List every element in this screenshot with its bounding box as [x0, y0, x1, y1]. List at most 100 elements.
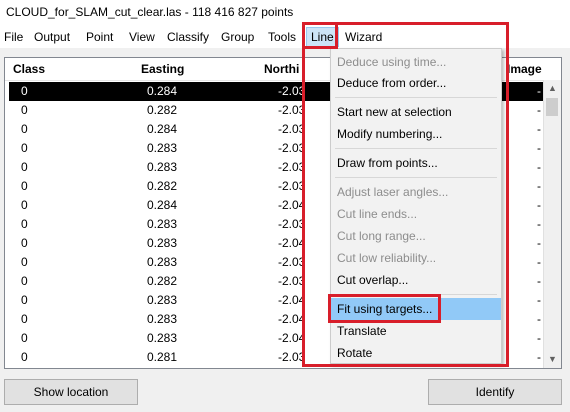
- highlight-box-line-menu: [302, 22, 338, 49]
- cell-easting: 0.284: [147, 122, 178, 136]
- cell-image: -: [537, 103, 541, 117]
- cell-easting: 0.283: [147, 255, 178, 269]
- scroll-up-arrow-icon[interactable]: ▲: [544, 80, 561, 97]
- menu-item-label: Cut long range...: [337, 229, 426, 243]
- cell-class: 0: [21, 84, 28, 98]
- cell-class: 0: [21, 293, 28, 307]
- menu-item-label: Modify numbering...: [337, 127, 443, 141]
- cell-class: 0: [21, 255, 28, 269]
- menu-item-cut-line-ends: Cut line ends...: [331, 203, 501, 225]
- menu-tools[interactable]: Tools: [268, 29, 296, 45]
- cell-image: -: [537, 198, 541, 212]
- menu-item-label: Deduce using time...: [337, 55, 447, 69]
- cell-easting: 0.283: [147, 312, 178, 326]
- cell-easting: 0.282: [147, 103, 178, 117]
- menu-item-rotate[interactable]: Rotate: [331, 342, 501, 364]
- menu-item-label: Draw from points...: [337, 156, 438, 170]
- cell-class: 0: [21, 274, 28, 288]
- scroll-thumb[interactable]: [546, 98, 558, 116]
- menu-item-label: Rotate: [337, 346, 373, 360]
- cell-image: -: [537, 236, 541, 250]
- menu-item-start-new-at-selection[interactable]: Start new at selection: [331, 101, 501, 123]
- cell-class: 0: [21, 331, 28, 345]
- menu-item-deduce-using-time: Deduce using time...: [331, 51, 501, 73]
- cell-northing: -2.03: [278, 350, 306, 364]
- window-title: CLOUD_for_SLAM_cut_clear.las - 118 416 8…: [6, 5, 294, 19]
- menu-file[interactable]: File: [4, 29, 23, 45]
- cell-easting: 0.283: [147, 217, 178, 231]
- menu-item-label: Start new at selection: [337, 105, 452, 119]
- cell-easting: 0.281: [147, 350, 178, 364]
- cell-class: 0: [21, 217, 28, 231]
- cell-northing: -2.03: [278, 84, 306, 98]
- menu-separator: [335, 148, 497, 149]
- menu-bar: File Output Point View Classify Group To…: [0, 26, 570, 48]
- menu-group[interactable]: Group: [221, 29, 254, 45]
- cell-class: 0: [21, 179, 28, 193]
- cell-northing: -2.03: [278, 160, 306, 174]
- cell-easting: 0.282: [147, 274, 178, 288]
- cell-image: -: [537, 217, 541, 231]
- cell-easting: 0.283: [147, 331, 178, 345]
- column-header-northing[interactable]: Northi: [264, 62, 299, 76]
- menu-item-deduce-from-order[interactable]: Deduce from order...: [331, 72, 501, 94]
- menu-item-cut-low-reliability: Cut low reliability...: [331, 247, 501, 269]
- cell-class: 0: [21, 236, 28, 250]
- menu-item-translate[interactable]: Translate: [331, 320, 501, 342]
- menu-item-draw-from-points[interactable]: Draw from points...: [331, 152, 501, 174]
- cell-image: -: [537, 312, 541, 326]
- column-header-image[interactable]: Image: [507, 62, 542, 76]
- menu-item-label: Cut line ends...: [337, 207, 418, 221]
- cell-northing: -2.03: [278, 274, 306, 288]
- menu-item-label: Fit using targets...: [337, 302, 433, 316]
- cell-image: -: [537, 122, 541, 136]
- menu-separator: [335, 294, 497, 295]
- cell-easting: 0.283: [147, 293, 178, 307]
- menu-separator: [335, 177, 497, 178]
- cell-class: 0: [21, 198, 28, 212]
- cell-northing: -2.03: [278, 217, 306, 231]
- cell-northing: -2.04: [278, 312, 306, 326]
- cell-northing: -2.03: [278, 103, 306, 117]
- cell-northing: -2.04: [278, 198, 306, 212]
- cell-northing: -2.04: [278, 331, 306, 345]
- menu-item-label: Adjust laser angles...: [337, 185, 449, 199]
- menu-classify[interactable]: Classify: [167, 29, 209, 45]
- menu-item-cut-overlap[interactable]: Cut overlap...: [331, 269, 501, 291]
- show-location-button[interactable]: Show location: [4, 379, 138, 405]
- cell-northing: -2.03: [278, 141, 306, 155]
- menu-item-label: Deduce from order...: [337, 76, 447, 90]
- cell-image: -: [537, 274, 541, 288]
- cell-image: -: [537, 350, 541, 364]
- cell-northing: -2.03: [278, 179, 306, 193]
- menu-separator: [335, 97, 497, 98]
- cell-northing: -2.04: [278, 293, 306, 307]
- cell-northing: -2.04: [278, 236, 306, 250]
- title-bar: CLOUD_for_SLAM_cut_clear.las - 118 416 8…: [0, 0, 570, 26]
- cell-image: -: [537, 179, 541, 193]
- cell-easting: 0.284: [147, 198, 178, 212]
- menu-output[interactable]: Output: [34, 29, 70, 45]
- scroll-down-arrow-icon[interactable]: ▼: [544, 351, 561, 368]
- cell-class: 0: [21, 103, 28, 117]
- menu-point[interactable]: Point: [86, 29, 113, 45]
- menu-item-fit-using-targets[interactable]: Fit using targets...: [331, 298, 501, 320]
- cell-easting: 0.283: [147, 236, 178, 250]
- identify-button[interactable]: Identify: [428, 379, 562, 405]
- vertical-scrollbar[interactable]: ▲ ▼: [543, 80, 561, 368]
- cell-class: 0: [21, 160, 28, 174]
- cell-image: -: [537, 160, 541, 174]
- column-header-easting[interactable]: Easting: [141, 62, 184, 76]
- cell-image: -: [537, 293, 541, 307]
- menu-view[interactable]: View: [129, 29, 155, 45]
- menu-item-adjust-laser-angles: Adjust laser angles...: [331, 181, 501, 203]
- line-menu-dropdown: Deduce using time... Deduce from order..…: [330, 48, 502, 364]
- column-header-class[interactable]: Class: [13, 62, 45, 76]
- menu-item-modify-numbering[interactable]: Modify numbering...: [331, 123, 501, 145]
- menu-wizard[interactable]: Wizard: [345, 29, 382, 45]
- cell-image: -: [537, 331, 541, 345]
- menu-item-cut-long-range: Cut long range...: [331, 225, 501, 247]
- cell-class: 0: [21, 122, 28, 136]
- menu-item-label: Translate: [337, 324, 387, 338]
- cell-image: -: [537, 141, 541, 155]
